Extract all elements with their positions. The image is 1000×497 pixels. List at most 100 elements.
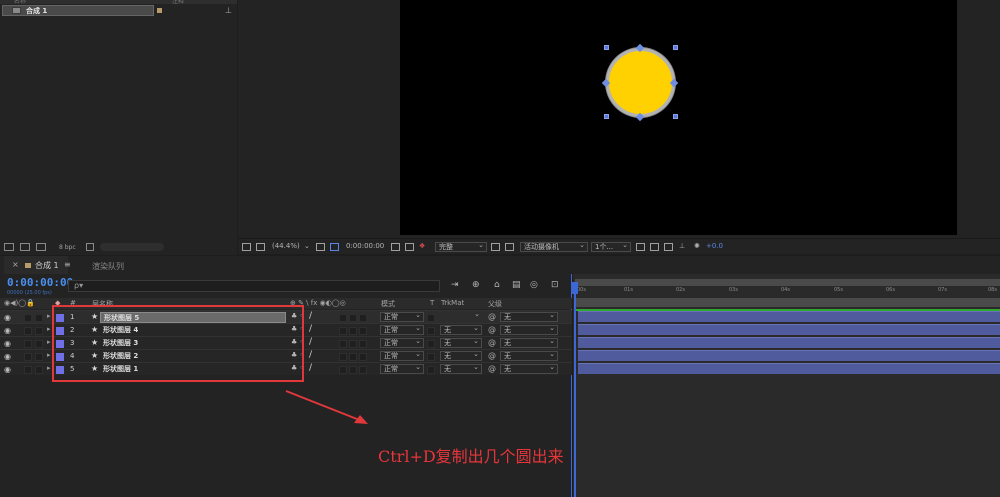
graph-editor-icon[interactable]: ⊡ [551,280,559,290]
bbox-handle[interactable] [673,114,678,119]
bbox-handle[interactable] [604,45,609,50]
col-trkmat[interactable]: TrkMat [441,299,464,307]
switch-box[interactable] [349,353,357,361]
layer-duration-bar[interactable] [578,363,1000,374]
fast-previews-icon[interactable] [650,243,659,251]
current-time-indicator[interactable] [574,282,576,497]
expand-triangle-icon[interactable]: ▸ [47,312,51,320]
switch-box[interactable] [339,366,347,374]
col-mode[interactable]: 模式 [381,299,395,309]
blend-mode-dropdown[interactable]: 正常 [380,311,424,322]
exposure-value[interactable]: +0.0 [706,242,723,250]
project-scrollbar[interactable] [100,243,164,251]
toggle-pixel-aspect-icon[interactable] [636,243,645,251]
switch-box[interactable] [349,327,357,335]
close-icon[interactable]: × [12,260,19,269]
preserve-transparency-toggle[interactable] [427,353,435,361]
switch-box[interactable] [359,327,367,335]
current-time-indicator-handle[interactable] [572,282,578,294]
lock-toggle[interactable] [24,327,32,335]
blend-mode-dropdown[interactable]: 正常 [380,363,424,374]
switch-box[interactable] [349,340,357,348]
eye-icon[interactable]: ◉ [4,339,11,348]
eye-icon[interactable]: ◉ [4,365,11,374]
composition-canvas[interactable] [400,0,957,235]
panel-menu-icon[interactable]: ≡ [64,260,71,269]
bit-depth-label[interactable]: 8 bpc [59,244,76,251]
switch-box[interactable] [359,353,367,361]
preserve-transparency-toggle[interactable] [427,327,435,335]
trash-icon[interactable] [86,243,94,251]
parent-dropdown[interactable]: 无 [500,324,558,335]
zoom-level[interactable]: (44.4%) [272,242,300,250]
time-navigator[interactable] [575,279,1000,286]
mask-visibility-icon[interactable] [330,243,339,251]
switch-box[interactable] [359,340,367,348]
pick-whip-icon[interactable]: @ [488,312,496,321]
comp-mini-flowchart-icon[interactable]: ⇥ [451,280,459,290]
pick-whip-icon[interactable]: @ [488,338,496,347]
views-dropdown[interactable]: 1个... [591,241,631,252]
expand-triangle-icon[interactable]: ▸ [47,325,51,333]
camera-dropdown[interactable]: 活动摄像机 [520,241,588,252]
quality-switch-icon[interactable]: / [309,311,312,321]
new-folder-icon[interactable] [20,243,30,251]
bbox-handle[interactable] [673,45,678,50]
viewer-timecode[interactable]: 0:00:00:00 [346,242,384,250]
zoom-dropdown-icon[interactable]: ⌄ [304,242,310,250]
bbox-handle[interactable] [604,114,609,119]
preserve-transparency-toggle[interactable] [427,314,435,322]
solo-toggle[interactable] [35,353,43,361]
new-composition-icon[interactable] [36,243,46,251]
flowchart-icon[interactable]: ⊥ [679,242,685,250]
switch-box[interactable] [339,340,347,348]
project-col-comment[interactable]: 注释 [172,0,184,5]
flowchart-icon[interactable]: ⊥ [225,6,232,15]
trkmat-dropdown[interactable]: 无 [440,324,482,335]
layer-duration-bar[interactable] [578,350,1000,361]
timeline-icon[interactable] [664,243,673,251]
trkmat-dropdown[interactable]: 无 [440,363,482,374]
lock-toggle[interactable] [24,314,32,322]
draft-3d-icon[interactable]: ⊕ [472,280,480,290]
time-graph[interactable] [573,274,1000,497]
region-of-interest-icon[interactable] [491,243,500,251]
layer-duration-bar[interactable] [578,337,1000,348]
grid-icon[interactable] [316,243,325,251]
quality-switch-icon[interactable]: / [309,337,312,347]
tab-render-queue[interactable]: 渲染队列 [92,261,124,272]
solo-toggle[interactable] [35,314,43,322]
layer-duration-bar[interactable] [578,311,1000,322]
lock-toggle[interactable] [24,366,32,374]
shy-layers-icon[interactable]: ⌂ [494,280,500,290]
solo-toggle[interactable] [35,366,43,374]
show-snapshot-icon[interactable] [405,243,414,251]
work-area-bar[interactable] [575,298,1000,307]
lock-toggle[interactable] [24,353,32,361]
av-features-icon[interactable]: ◉◀)◯🔒 [4,299,35,307]
trkmat-dropdown[interactable] [437,310,482,322]
expand-triangle-icon[interactable]: ▸ [47,338,51,346]
pick-whip-icon[interactable]: @ [488,325,496,334]
yellow-circle-shape[interactable] [606,48,675,117]
monitor-icon[interactable] [256,243,265,251]
parent-dropdown[interactable]: 无 [500,363,558,374]
trkmat-dropdown[interactable]: 无 [440,350,482,361]
switch-box[interactable] [359,314,367,322]
tab-composition[interactable]: × 合成 1 ≡ [4,256,71,274]
preserve-transparency-toggle[interactable] [427,366,435,374]
pick-whip-icon[interactable]: @ [488,364,496,373]
col-t[interactable]: T [430,299,434,307]
switch-box[interactable] [339,314,347,322]
eye-icon[interactable]: ◉ [4,352,11,361]
switch-box[interactable] [339,327,347,335]
always-preview-icon[interactable] [242,243,251,251]
solo-toggle[interactable] [35,327,43,335]
parent-dropdown[interactable]: 无 [500,350,558,361]
color-channel-icon[interactable]: ❖ [419,242,425,250]
current-time-display[interactable]: 0:00:00:00 [7,276,73,289]
preserve-transparency-toggle[interactable] [427,340,435,348]
layer-duration-bar[interactable] [578,324,1000,335]
blend-mode-dropdown[interactable]: 正常 [380,350,424,361]
switch-box[interactable] [339,353,347,361]
